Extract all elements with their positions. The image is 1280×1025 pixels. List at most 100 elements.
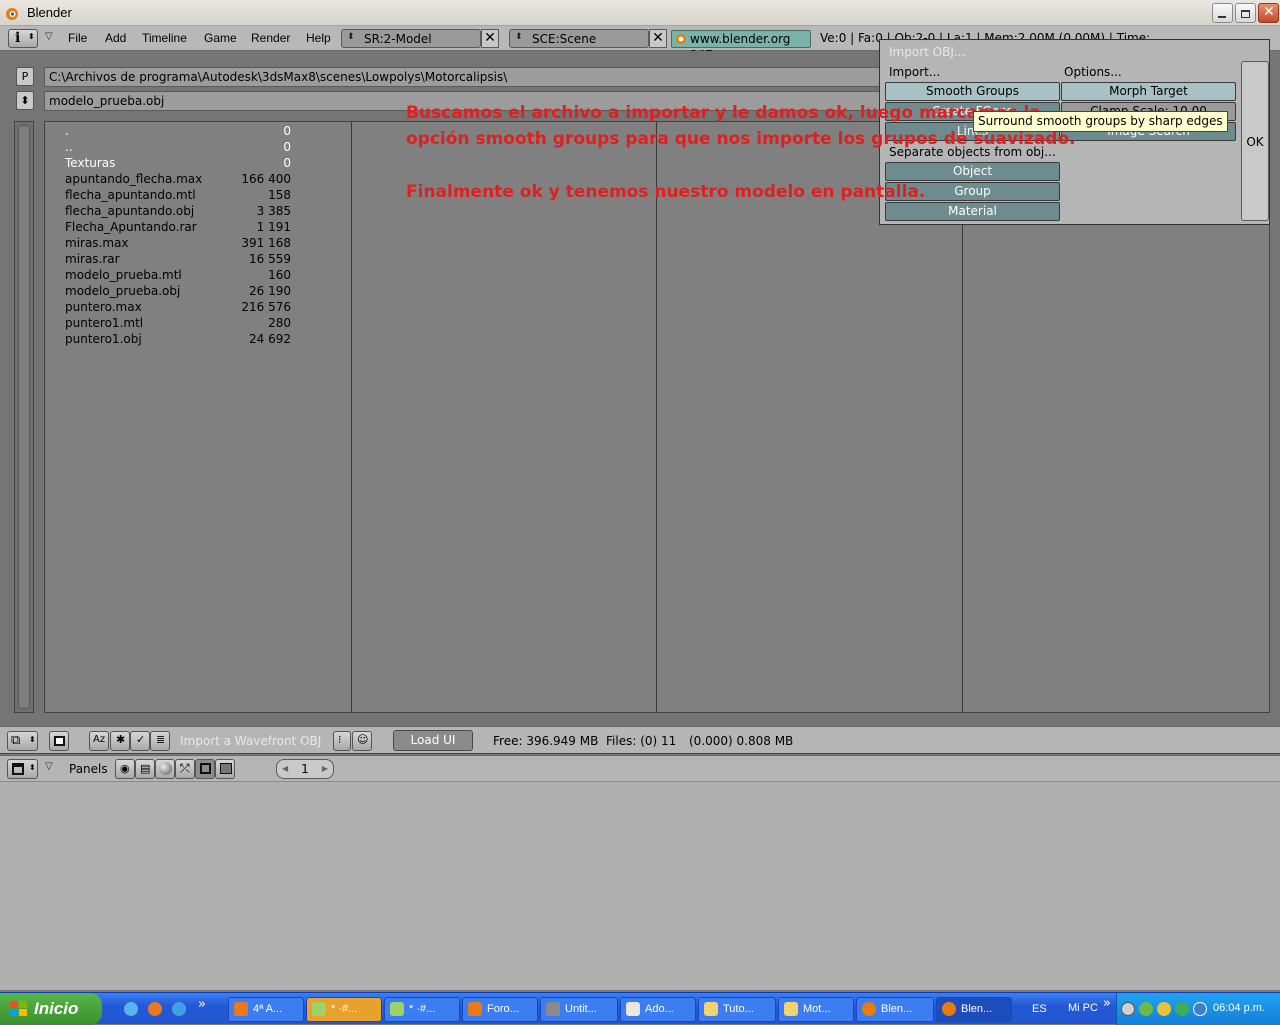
task-button[interactable]: Untit... [540,997,618,1022]
task-button[interactable]: Mot... [778,997,854,1022]
shading-context-button[interactable] [155,759,175,779]
file-row[interactable]: miras.rar 16 559 [65,252,291,268]
file-name: flecha_apuntando.obj [65,204,195,218]
buttons-window: ⬍ ▽ Panels ◉ ▤ ⤱ ◀ 1 ▶ [0,755,1280,990]
window-type-button[interactable]: ⧉ ⬍ [7,731,38,751]
object-toggle[interactable]: Object [885,162,1060,181]
minimize-icon [1218,16,1226,18]
dir-menu-button[interactable]: ⬍ [16,91,34,110]
tray-app-icon[interactable] [1193,1002,1207,1016]
logic-context-button[interactable]: ◉ [115,759,135,779]
annotation-line-3: Finalmente ok y tenemos nuestro modelo e… [406,182,926,202]
file-row[interactable]: .. 0 [65,140,291,156]
quicklaunch-ie-icon[interactable] [124,1002,138,1016]
file-row[interactable]: modelo_prueba.obj 26 190 [65,284,291,300]
editing-context-button[interactable] [195,759,215,779]
scene-selector[interactable]: ⬍ SCE:Scene [509,29,649,48]
tray-info-icon[interactable] [1175,1002,1189,1016]
file-row[interactable]: flecha_apuntando.mtl 158 [65,188,291,204]
clock[interactable]: 06:04 p.m. [1213,1002,1265,1014]
tray-network-icon[interactable] [1139,1002,1153,1016]
file-row[interactable]: Flecha_Apuntando.rar 1 191 [65,220,291,236]
ok-button[interactable]: OK [1241,61,1269,221]
close-button[interactable]: ✕ [1258,3,1279,23]
tray-collapse-icon[interactable] [1121,1002,1135,1016]
screen-selector[interactable]: ⬍ SR:2-Model [341,29,481,48]
start-button[interactable]: Inicio [0,993,102,1025]
file-list-scrollbar[interactable] [14,121,34,713]
window-type-button[interactable]: i ⬍ [8,29,38,48]
menu-help[interactable]: Help [306,31,331,45]
screen-name: SR:2-Model [364,32,432,46]
task-label: * ·#... [331,1003,358,1015]
menu-file[interactable]: File [68,31,87,45]
morph-target-toggle[interactable]: Morph Target [1061,82,1236,101]
task-button[interactable]: * ·#... [306,997,382,1022]
frame-number-field[interactable]: ◀ 1 ▶ [276,759,334,779]
file-size: 158 [268,188,291,202]
menu-game[interactable]: Game [204,31,237,45]
toolbar-more-icon[interactable]: » [1103,996,1111,1011]
menu-timeline[interactable]: Timeline [142,31,187,45]
task-button[interactable]: Ado... [620,997,696,1022]
file-row[interactable]: puntero.max 216 576 [65,300,291,316]
menu-add[interactable]: Add [105,31,126,45]
maximize-button[interactable] [1235,3,1256,23]
delete-scene-button[interactable]: ✕ [649,29,667,48]
column-divider [351,122,352,712]
quicklaunch-firefox-icon[interactable] [148,1002,162,1016]
language-indicator[interactable]: ES [1032,1003,1047,1015]
task-button[interactable]: Tuto... [698,997,776,1022]
parent-dir-button[interactable]: P [16,67,34,86]
load-ui-button[interactable]: Load UI [393,730,473,751]
file-name: flecha_apuntando.mtl [65,188,196,202]
minimize-button[interactable] [1212,3,1233,23]
task-button[interactable]: Foro... [462,997,538,1022]
scrollbar-thumb[interactable] [18,125,30,709]
x-icon: ✕ [484,30,496,46]
window-type-button[interactable]: ⬍ [7,759,38,779]
file-row[interactable]: .0 [65,124,291,140]
editing-square-icon [200,763,211,774]
file-size: 16 559 [249,252,291,266]
mipc-toolbar-label[interactable]: Mi PC [1068,1002,1098,1014]
file-row[interactable]: flecha_apuntando.obj 3 385 [65,204,291,220]
quicklaunch-browser-icon[interactable] [172,1002,186,1016]
file-row[interactable]: puntero1.obj 24 692 [65,332,291,348]
sort-size-button[interactable]: ✓ [130,731,150,751]
task-button-active[interactable]: Blen... [936,997,1012,1022]
long-view-button[interactable]: ⁝ [333,731,351,751]
script-context-button[interactable]: ▤ [135,759,155,779]
smooth-groups-toggle[interactable]: Smooth Groups [885,82,1060,101]
fullscreen-toggle-button[interactable] [49,731,69,751]
title-bar: Blender ✕ [0,0,1280,26]
object-context-button[interactable]: ⤱ [175,759,195,779]
task-button[interactable]: * ·#... [384,997,460,1022]
material-toggle[interactable]: Material [885,202,1060,221]
file-row[interactable]: puntero1.mtl 280 [65,316,291,332]
collapse-menu-triangle-icon[interactable]: ▽ [45,31,53,42]
app-icon [390,1002,404,1016]
scene-context-button[interactable] [215,759,235,779]
delete-screen-button[interactable]: ✕ [481,29,499,48]
task-button[interactable]: 4ª A... [228,997,304,1022]
task-button[interactable]: Blen... [856,997,934,1022]
blender-org-link[interactable]: www.blender.org 247 [671,30,811,62]
file-row[interactable]: Texturas 0 [65,156,291,172]
file-size: 24 692 [249,332,291,346]
file-row[interactable]: modelo_prueba.mtl 160 [65,268,291,284]
list-icon: ⁝ [338,733,342,746]
task-label: Tuto... [723,1003,754,1015]
hide-dot-files-button[interactable]: ☺ [352,731,372,751]
file-row[interactable]: miras.max 391 168 [65,236,291,252]
collapse-menu-triangle-icon[interactable]: ▽ [45,761,53,772]
quicklaunch-more-icon[interactable]: » [198,997,206,1012]
tray-shield-icon[interactable] [1157,1002,1171,1016]
sort-ext-button[interactable]: ≣ [150,731,170,751]
file-row[interactable]: apuntando_flecha.max 166 400 [65,172,291,188]
task-label: Blen... [961,1003,993,1015]
menu-render[interactable]: Render [251,31,290,45]
sort-time-button[interactable]: ✱ [110,731,130,751]
info-icon: i [15,30,21,46]
sort-alpha-button[interactable]: Az [89,731,109,751]
